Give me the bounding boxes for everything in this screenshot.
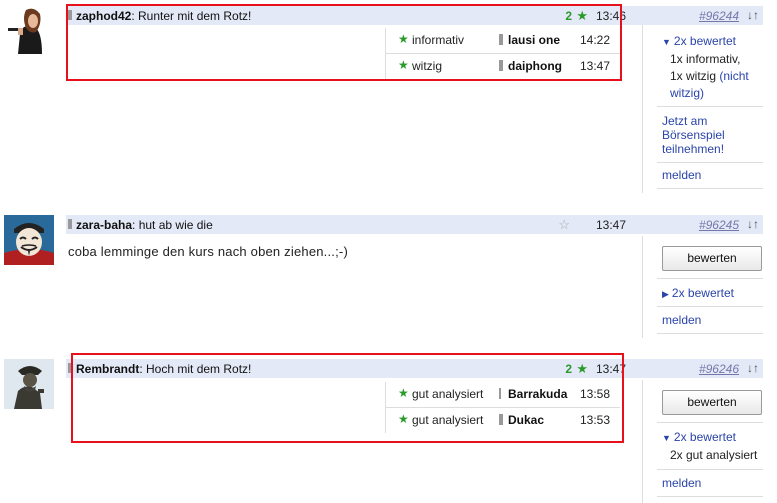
report-link[interactable]: melden	[662, 168, 701, 182]
post-title: Runter mit dem Rotz!	[138, 9, 252, 23]
divider	[657, 496, 763, 497]
post-title: hut ab wie die	[138, 218, 213, 232]
divider	[657, 422, 763, 423]
post-time: 13:47	[595, 362, 626, 376]
post-header: zara-baha: hut ab wie die ☆ 13:47	[66, 215, 640, 234]
user-status-bar	[68, 10, 72, 20]
post-id-bar: #96245 ↓↑	[640, 215, 763, 234]
avatar[interactable]	[4, 215, 54, 265]
rating-time: 13:58	[579, 387, 610, 401]
sort-arrows-icon[interactable]: ↓↑	[747, 361, 759, 375]
report-link[interactable]: melden	[662, 313, 701, 327]
rate-button[interactable]: bewerten	[662, 390, 762, 415]
rating-summary-line: 1x informativ,	[670, 52, 741, 66]
rating-time: 13:47	[579, 59, 610, 73]
author-name[interactable]: zaphod42: Runter mit dem Rotz!	[76, 9, 251, 23]
report-link[interactable]: melden	[662, 476, 701, 490]
avatar[interactable]	[4, 4, 54, 54]
user-status-bar	[68, 363, 72, 373]
triangle-down-icon: ▼	[662, 37, 671, 47]
post-id-bar: #96244 ↓↑	[640, 6, 763, 25]
empty-star-icon[interactable]: ☆	[558, 217, 570, 233]
green-star-icon: ★	[398, 58, 409, 72]
post-time: 13:47	[595, 218, 626, 232]
ratings-toggle[interactable]: ▶ 2x bewertet	[662, 286, 734, 300]
rating-row: ★ informativ lausi one 14:22	[385, 28, 620, 53]
rating-label: informativ	[412, 33, 465, 47]
divider	[657, 306, 763, 307]
not-funny-link[interactable]: witzig)	[670, 85, 749, 102]
rating-label: gut analysiert	[412, 413, 484, 427]
avatar[interactable]	[4, 359, 54, 409]
divider	[642, 380, 643, 503]
post-header: Rembrandt: Hoch mit dem Rotz! 2 ★ 13:47	[66, 359, 640, 378]
rating-list: ★ gut analysiert Barrakuda 13:58 ★ gut a…	[385, 382, 620, 433]
ratings-toggle[interactable]: ▼ 2x bewertet	[662, 34, 736, 48]
rating-count: 2	[565, 9, 572, 23]
rating-count: 2	[565, 362, 572, 376]
triangle-right-icon: ▶	[662, 289, 669, 299]
user-status-bar	[68, 219, 72, 229]
divider	[657, 162, 763, 163]
author-name[interactable]: zara-baha: hut ab wie die	[76, 218, 213, 232]
user-status-bar	[499, 60, 503, 71]
divider	[657, 188, 763, 189]
post-id-bar: #96246 ↓↑	[640, 359, 763, 378]
divider	[657, 469, 763, 470]
user-status-bar	[499, 388, 501, 399]
sort-arrows-icon[interactable]: ↓↑	[747, 217, 759, 231]
rater-name[interactable]: Dukac	[508, 413, 544, 427]
divider	[657, 106, 763, 107]
rater-name[interactable]: lausi one	[508, 33, 560, 47]
post-header: zaphod42: Runter mit dem Rotz! 2 ★ 13:46	[66, 6, 640, 25]
rating-summary: 1x informativ, 1x witzig (nicht witzig)	[670, 51, 749, 102]
divider	[642, 236, 643, 338]
divider	[657, 333, 763, 334]
rating-summary-line: 1x witzig (nicht	[670, 69, 749, 83]
divider	[657, 278, 763, 279]
rater-name[interactable]: daiphong	[508, 59, 562, 73]
green-star-icon: ★	[398, 386, 409, 400]
rating-row: ★ gut analysiert Barrakuda 13:58	[385, 382, 620, 407]
not-funny-link[interactable]: (nicht	[719, 69, 748, 83]
user-status-bar	[499, 34, 503, 45]
boersenspiel-promo-link[interactable]: Jetzt am Börsenspiel teilnehmen!	[662, 114, 725, 156]
post-id-link[interactable]: #96246	[699, 362, 739, 376]
post-id-link[interactable]: #96244	[699, 9, 739, 23]
rate-button[interactable]: bewerten	[662, 246, 762, 271]
user-status-bar	[499, 414, 503, 425]
rating-row: ★ witzig daiphong 13:47	[385, 53, 620, 79]
ratings-toggle[interactable]: ▼ 2x bewertet	[662, 430, 736, 444]
post-time: 13:46	[595, 9, 626, 23]
divider	[642, 25, 643, 193]
rating-row: ★ gut analysiert Dukac 13:53	[385, 407, 620, 433]
author-name[interactable]: Rembrandt: Hoch mit dem Rotz!	[76, 362, 251, 376]
green-star-icon: ★	[398, 412, 409, 426]
rating-label: witzig	[412, 59, 443, 73]
green-star-icon: ★	[576, 361, 588, 376]
green-star-icon: ★	[398, 32, 409, 46]
post-body: coba lemminge den kurs nach oben ziehen.…	[68, 244, 348, 259]
rating-label: gut analysiert	[412, 387, 484, 401]
green-star-icon: ★	[576, 8, 588, 23]
rating-list: ★ informativ lausi one 14:22 ★ witzig da…	[385, 28, 620, 79]
sort-arrows-icon[interactable]: ↓↑	[747, 8, 759, 22]
rating-summary-line: 2x gut analysiert	[670, 448, 758, 462]
rating-time: 13:53	[579, 413, 610, 427]
triangle-down-icon: ▼	[662, 433, 671, 443]
post-id-link[interactable]: #96245	[699, 218, 739, 232]
post-title: Hoch mit dem Rotz!	[146, 362, 252, 376]
rating-time: 14:22	[579, 33, 610, 47]
rater-name[interactable]: Barrakuda	[508, 387, 567, 401]
